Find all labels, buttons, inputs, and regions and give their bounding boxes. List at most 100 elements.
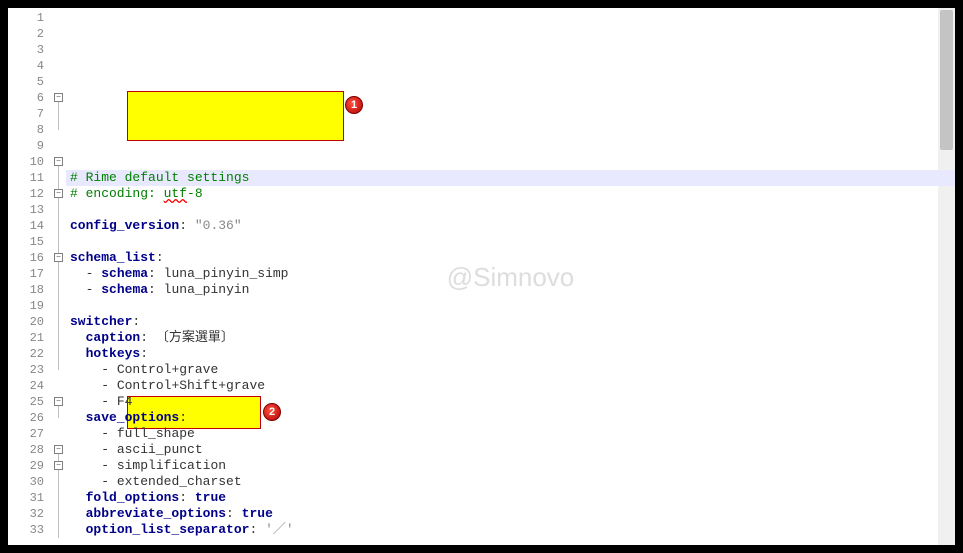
fold-cell: − [52,394,66,410]
fold-cell [52,506,66,522]
fold-cell [52,282,66,298]
fold-cell: − [52,250,66,266]
line-number: 32 [8,506,44,522]
line-number: 11 [8,170,44,186]
fold-cell [52,202,66,218]
line-number: 13 [8,202,44,218]
code-line[interactable]: option_list_separator: '／' [66,522,955,538]
line-number: 4 [8,58,44,74]
line-number: 15 [8,234,44,250]
fold-cell [52,266,66,282]
line-number: 17 [8,266,44,282]
fold-cell [52,74,66,90]
highlight-block-1 [127,91,344,141]
line-number: 25 [8,394,44,410]
line-number: 31 [8,490,44,506]
code-line[interactable]: fold_options: true [66,490,955,506]
line-number: 33 [8,522,44,538]
line-number: 8 [8,122,44,138]
code-line[interactable] [66,298,955,314]
code-line[interactable]: hotkeys: [66,346,955,362]
line-number: 21 [8,330,44,346]
code-line[interactable]: abbreviate_options: true [66,506,955,522]
code-line[interactable]: caption: 〔方案選單〕 [66,330,955,346]
line-number: 26 [8,410,44,426]
code-line[interactable]: - schema: luna_pinyin [66,282,955,298]
fold-cell [52,298,66,314]
fold-cell [52,522,66,538]
code-line[interactable]: - extended_charset [66,474,955,490]
line-number-gutter: 1234567891011121314151617181920212223242… [8,8,52,545]
line-number: 19 [8,298,44,314]
code-line[interactable]: - Control+grave [66,362,955,378]
fold-cell: − [52,154,66,170]
line-number: 6 [8,90,44,106]
fold-cell [52,426,66,442]
code-line[interactable] [66,538,955,545]
fold-cell [52,122,66,138]
line-number: 28 [8,442,44,458]
code-line[interactable]: config_version: "0.36" [66,218,955,234]
callout-1: 1 [345,96,363,114]
fold-toggle[interactable]: − [54,253,63,262]
code-area[interactable]: @Simnovo 1 2 # Rime default settings# en… [66,8,955,545]
fold-toggle[interactable]: − [54,189,63,198]
fold-toggle[interactable]: − [54,397,63,406]
line-number: 12 [8,186,44,202]
line-number: 10 [8,154,44,170]
code-line[interactable]: - F4 [66,394,955,410]
editor-window: 1234567891011121314151617181920212223242… [8,8,955,545]
line-number: 2 [8,26,44,42]
code-line[interactable]: - ascii_punct [66,442,955,458]
fold-cell: − [52,442,66,458]
line-number: 5 [8,74,44,90]
fold-gutter: − − − − − − − [52,8,66,545]
fold-cell [52,106,66,122]
line-number: 29 [8,458,44,474]
line-number: 22 [8,346,44,362]
code-content[interactable]: # Rime default settings# encoding: utf-8… [66,170,955,545]
line-number: 27 [8,426,44,442]
code-line[interactable]: # Rime default settings [66,170,955,186]
fold-cell [52,474,66,490]
fold-cell [52,362,66,378]
fold-cell [52,26,66,42]
line-number: 30 [8,474,44,490]
code-line[interactable]: schema_list: [66,250,955,266]
code-line[interactable]: - schema: luna_pinyin_simp [66,266,955,282]
code-line[interactable]: # encoding: utf-8 [66,186,955,202]
code-line[interactable]: - Control+Shift+grave [66,378,955,394]
line-number: 14 [8,218,44,234]
line-number: 20 [8,314,44,330]
fold-cell [52,58,66,74]
code-line[interactable]: - full_shape [66,426,955,442]
fold-cell [52,170,66,186]
line-number: 16 [8,250,44,266]
line-number: 1 [8,10,44,26]
code-line[interactable]: switcher: [66,314,955,330]
fold-cell [52,138,66,154]
fold-cell [52,42,66,58]
fold-toggle[interactable]: − [54,157,63,166]
callout-2: 2 [263,403,281,421]
fold-cell [52,410,66,426]
fold-cell [52,10,66,26]
line-number: 9 [8,138,44,154]
scrollbar-thumb[interactable] [940,10,953,150]
fold-cell: − [52,90,66,106]
fold-cell [52,378,66,394]
code-line[interactable] [66,202,955,218]
fold-cell [52,218,66,234]
fold-cell: − [52,458,66,474]
line-number: 24 [8,378,44,394]
line-number: 7 [8,106,44,122]
fold-toggle[interactable]: − [54,445,63,454]
fold-toggle[interactable]: − [54,93,63,102]
line-number: 18 [8,282,44,298]
code-line[interactable]: - simplification [66,458,955,474]
editor-body: 1234567891011121314151617181920212223242… [8,8,955,545]
code-line[interactable]: save_options: [66,410,955,426]
code-line[interactable] [66,234,955,250]
fold-toggle[interactable]: − [54,461,63,470]
line-number: 23 [8,362,44,378]
